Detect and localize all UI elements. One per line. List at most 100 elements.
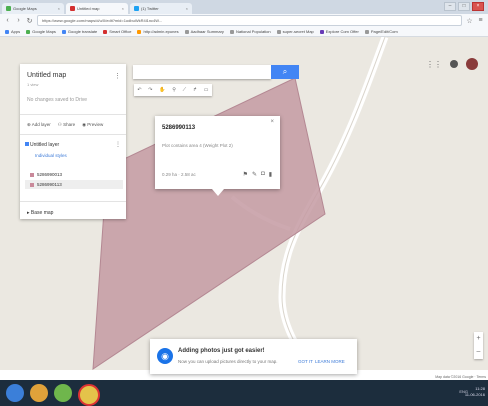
chrome-icon[interactable]	[78, 384, 100, 406]
account-controls: ⋮⋮	[426, 58, 478, 70]
directions-icon[interactable]: ↱	[193, 87, 197, 93]
tab-untitled-map[interactable]: Untitled map ×	[66, 3, 128, 14]
add-layer-button[interactable]: ⊕ Add layer	[27, 122, 51, 128]
map-title[interactable]: Untitled map	[27, 72, 66, 79]
clock[interactable]: 11:28 11-06-2016	[465, 386, 485, 398]
bookmark-item[interactable]: Page/Edit/Com	[364, 29, 398, 34]
tab-google-maps[interactable]: Google Maps ×	[2, 3, 64, 14]
windows-taskbar: ENG 11:28 11-06-2016	[0, 380, 488, 406]
bookmark-item[interactable]: National Population	[229, 29, 271, 34]
camera-icon[interactable]: ◘	[261, 171, 265, 178]
close-icon[interactable]: ×	[270, 119, 274, 125]
popup-actions: ⚑ ✎ ◘ ▮	[243, 171, 272, 178]
star-icon[interactable]: ☆	[466, 17, 473, 25]
maps-favicon-icon	[6, 6, 11, 11]
more-options-icon[interactable]: ⋮	[114, 72, 121, 80]
layer-checkbox[interactable]	[25, 142, 29, 146]
hand-icon[interactable]: ✋	[159, 87, 165, 93]
divider	[20, 201, 126, 202]
url-input[interactable]: https://www.google.com/maps/d/u/0/edit?m…	[37, 15, 462, 26]
bookmark-icon	[103, 29, 108, 34]
browser-tab-bar: Google Maps × Untitled map × (1) Twitter × …	[0, 0, 488, 14]
view-count: 1 view	[27, 82, 39, 87]
address-bar-row: ‹ › ↻ https://www.google.com/maps/d/u/0/…	[0, 14, 488, 27]
undo-icon[interactable]: ↶	[137, 87, 141, 93]
map-attribution: Map data ©2016 Google · Terms	[435, 375, 486, 379]
media-icon[interactable]	[54, 384, 72, 402]
popup-pointer	[212, 189, 224, 196]
layer-style-link[interactable]: Individual styles	[35, 153, 67, 158]
marker-icon[interactable]: ⚲	[172, 87, 176, 93]
zoom-out-icon[interactable]: –	[474, 345, 483, 358]
feature-popup: 5286990113 × Plot contains area 4 (Weigh…	[155, 116, 280, 189]
divider	[20, 134, 126, 135]
map-toolbar: ↶ ↷ ✋ ⚲ ⟋ ↱ ▭	[134, 84, 212, 96]
preview-button[interactable]: ◉ Preview	[82, 122, 103, 128]
tab-twitter[interactable]: (1) Twitter ×	[130, 3, 192, 14]
close-tab-icon[interactable]: ×	[186, 6, 188, 11]
zoom-in-icon[interactable]: +	[474, 332, 483, 345]
bookmark-item[interactable]: http://admin.epunes	[137, 29, 179, 34]
tip-title: Adding photos just got easier!	[178, 348, 265, 354]
panel-actions: ⊕ Add layer ⚇ Share ◉ Preview	[27, 122, 103, 128]
redo-icon[interactable]: ↷	[148, 87, 152, 93]
layer-options-icon[interactable]: ⋮	[115, 141, 121, 148]
camera-icon: ◉	[157, 348, 173, 364]
search-button[interactable]: ⌕	[271, 65, 299, 79]
layer-title[interactable]: Untitled layer	[30, 142, 59, 148]
learn-more-button[interactable]: LEARN MORE	[315, 359, 345, 364]
start-icon[interactable]	[6, 384, 24, 402]
zoom-control: + –	[474, 332, 483, 359]
bookmark-icon	[229, 29, 234, 34]
close-window-icon[interactable]: ×	[472, 2, 484, 11]
bookmark-icon	[276, 29, 281, 34]
bookmark-item[interactable]: Aadhaar Summary	[184, 29, 224, 34]
search-input[interactable]	[133, 65, 271, 79]
explorer-icon[interactable]	[30, 384, 48, 402]
bookmark-item[interactable]: Google Maps	[26, 29, 56, 34]
popup-area: 0.29 ha · 2.58 ac	[162, 172, 196, 177]
back-icon[interactable]: ‹	[4, 17, 11, 24]
bookmark-icon	[26, 29, 31, 34]
close-tab-icon[interactable]: ×	[122, 6, 124, 11]
bookmark-item[interactable]: Google translate	[61, 29, 97, 34]
polygon-icon	[30, 172, 34, 177]
feature-item-selected[interactable]: 5286990113	[25, 180, 123, 189]
close-tab-icon[interactable]: ×	[58, 6, 60, 11]
base-map-toggle[interactable]: ▸ Base map	[27, 210, 53, 216]
popup-title: 5286990113	[162, 125, 196, 131]
bookmark-icon	[137, 29, 142, 34]
got-it-button[interactable]: GOT IT	[298, 359, 313, 364]
delete-icon[interactable]: ▮	[269, 171, 272, 178]
reload-icon[interactable]: ↻	[26, 17, 33, 25]
bookmark-icon	[319, 29, 324, 34]
bookmark-item[interactable]: super-secret Map	[276, 29, 314, 34]
search-icon: ⌕	[282, 67, 288, 76]
avatar[interactable]	[466, 58, 478, 70]
edit-icon[interactable]: ✎	[252, 171, 257, 178]
map-description[interactable]: No changes saved to Drive	[27, 97, 87, 103]
bookmark-item[interactable]: Smart Office	[103, 29, 131, 34]
apps-grid-icon[interactable]: ⋮⋮	[426, 60, 442, 69]
bookmark-item[interactable]: Apps	[5, 29, 20, 34]
bookmark-icon	[364, 29, 369, 34]
share-button[interactable]: ⚇ Share	[58, 122, 75, 128]
browser-menu-icon[interactable]: ≡	[477, 17, 484, 24]
feature-item[interactable]: 5286990013	[25, 170, 123, 179]
bookmarks-bar: Apps Google Maps Google translate Smart …	[0, 27, 488, 37]
polygon-icon	[30, 182, 34, 187]
ruler-icon[interactable]: ▭	[204, 87, 209, 93]
tip-text: Now you can upload pictures directly to …	[178, 359, 278, 364]
minimize-icon[interactable]: –	[444, 2, 456, 11]
maximize-icon[interactable]: □	[458, 2, 470, 11]
bookmark-icon	[61, 29, 66, 34]
draw-line-icon[interactable]: ⟋	[183, 87, 187, 93]
forward-icon[interactable]: ›	[15, 17, 22, 24]
style-icon[interactable]: ⚑	[243, 171, 248, 178]
twitter-favicon-icon	[134, 6, 139, 11]
bookmark-item[interactable]: Explore Com Offer	[319, 29, 359, 34]
window-controls: – □ ×	[444, 2, 484, 11]
popup-description: Plot contains area 4 (Weight Plot 2)	[162, 143, 233, 148]
map-panel: Untitled map ⋮ 1 view No changes saved t…	[20, 64, 126, 219]
notifications-icon[interactable]	[450, 60, 458, 68]
